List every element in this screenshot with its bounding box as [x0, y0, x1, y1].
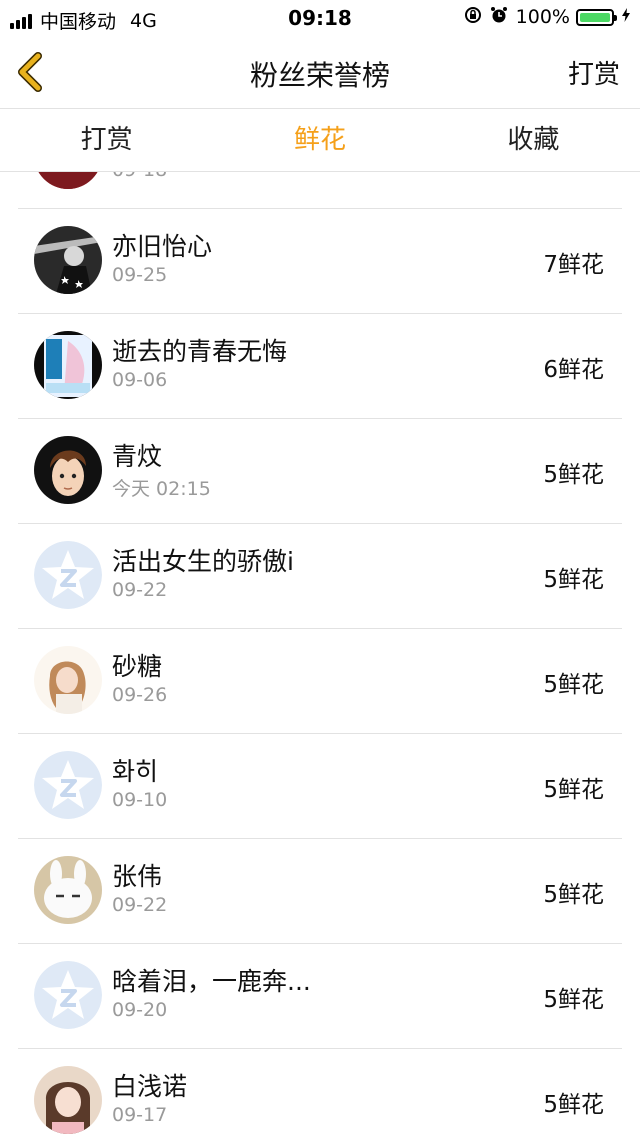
- battery-icon: [576, 8, 617, 26]
- page-title: 粉丝荣誉榜: [249, 59, 390, 92]
- avatar[interactable]: [34, 172, 102, 189]
- avatar[interactable]: [34, 751, 102, 819]
- flower-count: 5鲜花: [543, 987, 604, 1013]
- list-item[interactable]: 砂糖 09-26 5鲜花: [18, 629, 622, 734]
- avatar[interactable]: [34, 1066, 102, 1134]
- fan-time: 09-26: [112, 684, 168, 706]
- flower-count: 7鲜花: [543, 252, 604, 278]
- tab-reward[interactable]: 打赏: [0, 109, 213, 171]
- list-item[interactable]: 白浅诺 09-17 5鲜花: [18, 1049, 622, 1139]
- fan-name: 逝去的青春无悔: [112, 337, 288, 366]
- flower-count: 5鲜花: [543, 777, 604, 803]
- fan-name: 亦旧怡心: [112, 232, 213, 261]
- fan-time: 09-25: [112, 264, 168, 286]
- avatar[interactable]: [34, 646, 102, 714]
- alarm-icon: [490, 6, 508, 28]
- tab-flowers[interactable]: 鲜花: [213, 109, 426, 171]
- list-item[interactable]: 화히 09-10 5鲜花: [18, 734, 622, 839]
- avatar[interactable]: [34, 226, 102, 294]
- list-item[interactable]: 青炆今天 02:15 5鲜花: [18, 419, 622, 524]
- list-item[interactable]: 张伟 09-22 5鲜花: [18, 839, 622, 944]
- status-bar: 中国移动 4G 09:18 100%: [0, 0, 640, 36]
- fan-time: 09-20: [112, 999, 168, 1021]
- list-item[interactable]: 活出女生的骄傲i 09-22 5鲜花: [18, 524, 622, 629]
- fan-name: 砂糖: [112, 652, 163, 681]
- flower-count: 5鲜花: [543, 672, 604, 698]
- tab-favorites[interactable]: 收藏: [427, 109, 640, 171]
- fan-time: 09-22: [112, 579, 168, 601]
- fan-name: 活出女生的骄傲i: [112, 547, 294, 576]
- fan-name: 화히: [112, 757, 159, 786]
- flower-count: 5鲜花: [543, 567, 604, 593]
- nav-bar: 粉丝荣誉榜 打赏: [0, 36, 640, 108]
- list-item[interactable]: 亦旧怡心 09-25 7鲜花: [18, 209, 622, 314]
- avatar[interactable]: [34, 961, 102, 1029]
- list-item[interactable]: 逝去的青春无悔 09-06 6鲜花: [18, 314, 622, 419]
- avatar[interactable]: [34, 541, 102, 609]
- battery-percent: 100%: [515, 6, 570, 28]
- avatar[interactable]: [34, 856, 102, 924]
- reward-button[interactable]: 打赏: [568, 54, 620, 91]
- fan-time: 09-06: [112, 369, 168, 391]
- flower-count: 5鲜花: [543, 462, 604, 488]
- fan-time: 09-10: [112, 789, 168, 811]
- fan-name: 白浅诺: [112, 1072, 188, 1101]
- charging-icon: [622, 8, 630, 26]
- fan-name: 张伟: [112, 862, 163, 891]
- flower-count: 5鲜花: [543, 882, 604, 908]
- tab-bar: 打赏 鲜花 收藏: [0, 108, 640, 172]
- flower-count: 5鲜花: [543, 1092, 604, 1118]
- fan-name: 晗着泪，一鹿奔...: [112, 967, 311, 996]
- fan-time: 09-18: [112, 172, 167, 181]
- list-item[interactable]: 晗着泪，一鹿奔... 09-20 5鲜花: [18, 944, 622, 1049]
- avatar[interactable]: [34, 436, 102, 504]
- fan-list[interactable]: 09-18 亦旧怡心 09-25 7鲜花逝去的青春无悔 09-06 6鲜花青炆今天 02:…: [0, 172, 640, 1139]
- fan-time: 09-17: [112, 1104, 168, 1126]
- fan-name: 青炆: [112, 442, 163, 471]
- fan-time: 今天 02:15: [112, 478, 211, 500]
- flower-count: 6鲜花: [543, 357, 604, 383]
- avatar[interactable]: [34, 331, 102, 399]
- rotation-lock-icon: [464, 6, 482, 28]
- fan-time: 09-22: [112, 894, 168, 916]
- list-item[interactable]: 09-18: [18, 172, 622, 209]
